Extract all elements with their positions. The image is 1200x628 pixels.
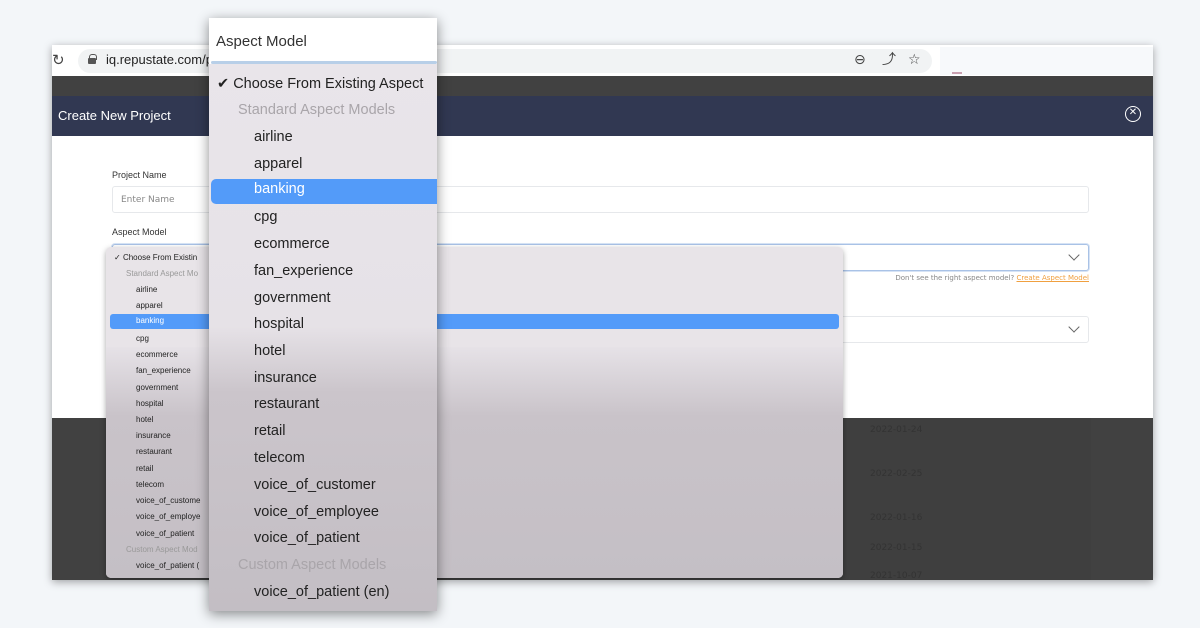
date-cell: 2022-01-15 (870, 543, 923, 553)
option-highlighted[interactable]: banking (254, 181, 305, 197)
url-text[interactable]: iq.repustate.com/p (106, 52, 213, 67)
callout-title: Aspect Model (216, 33, 307, 50)
option-selected[interactable]: ✔ Choose From Existing Aspect (217, 76, 423, 92)
extensions-area (940, 47, 1153, 75)
group-header: Custom Aspect Mod (126, 545, 198, 554)
option[interactable]: voice_of_patient (en) (254, 584, 389, 600)
group-header: Custom Aspect Models (238, 557, 387, 573)
chevron-down-icon (1068, 249, 1080, 261)
option[interactable]: restaurant (136, 447, 172, 456)
option[interactable]: voice_of_employe (136, 512, 200, 521)
create-aspect-hint: Don't see the right aspect model? Create… (895, 274, 1089, 282)
option[interactable]: voice_of_custome (136, 496, 200, 505)
share-icon[interactable]: ⤴ (882, 51, 896, 69)
callout-option-list: ✔ Choose From Existing Aspect Standard A… (209, 64, 437, 611)
lock-icon (88, 54, 97, 64)
reload-icon[interactable]: ↻ (52, 51, 68, 69)
option[interactable]: voice_of_patient (254, 530, 360, 546)
option[interactable]: retail (254, 423, 285, 439)
option[interactable]: apparel (136, 301, 163, 310)
bookmark-star-icon[interactable]: ☆ (908, 51, 921, 69)
option[interactable]: voice_of_customer (254, 477, 376, 493)
option[interactable]: hotel (254, 343, 285, 359)
option[interactable]: airline (254, 129, 293, 145)
create-aspect-model-link[interactable]: Create Aspect Model (1016, 274, 1089, 282)
hint-text: Don't see the right aspect model? (895, 274, 1015, 282)
option[interactable]: ecommerce (136, 350, 178, 359)
checkmark-icon: ✔ (217, 76, 230, 92)
date-cell: 2022-01-16 (870, 513, 923, 523)
aspect-model-label: Aspect Model (112, 227, 167, 237)
project-name-placeholder: Enter Name (121, 195, 175, 205)
option[interactable]: cpg (254, 209, 277, 225)
option[interactable]: hotel (136, 415, 153, 424)
option[interactable]: insurance (254, 370, 317, 386)
zoomed-dropdown-callout: Aspect Model ✔ Choose From Existing Aspe… (209, 18, 437, 611)
option[interactable]: voice_of_patient (136, 529, 194, 538)
option[interactable]: voice_of_patient ( (136, 561, 199, 570)
chevron-down-icon (1068, 321, 1080, 333)
highlighted-option-bar[interactable] (211, 179, 437, 204)
date-cell: 2021-10-07 (870, 571, 923, 580)
option[interactable]: fan_experience (254, 263, 353, 279)
project-name-label: Project Name (112, 170, 167, 180)
option[interactable]: government (136, 383, 178, 392)
option[interactable]: retail (136, 464, 153, 473)
option[interactable]: ecommerce (254, 236, 330, 252)
option[interactable]: insurance (136, 431, 171, 440)
option[interactable]: airline (136, 285, 157, 294)
option[interactable]: telecom (136, 480, 164, 489)
option[interactable]: government (254, 290, 331, 306)
zoom-out-icon[interactable]: ⊖ (854, 51, 866, 69)
option[interactable]: fan_experience (136, 366, 191, 375)
option-selected[interactable]: ✓ Choose From Existin (114, 253, 197, 262)
option[interactable]: apparel (254, 156, 302, 172)
date-cell: 2022-01-24 (870, 425, 923, 435)
option[interactable]: hospital (254, 316, 304, 332)
option-highlighted[interactable]: banking (136, 316, 164, 325)
group-header: Standard Aspect Models (238, 102, 396, 118)
group-header: Standard Aspect Mo (126, 269, 199, 278)
option[interactable]: hospital (136, 399, 164, 408)
option[interactable]: telecom (254, 450, 305, 466)
option[interactable]: restaurant (254, 396, 319, 412)
date-cell: 2022-02-25 (870, 469, 923, 479)
modal-title: Create New Project (58, 108, 171, 123)
option[interactable]: cpg (136, 334, 149, 343)
close-circle-icon[interactable]: ✕ (1125, 106, 1141, 122)
option[interactable]: voice_of_employee (254, 504, 379, 520)
extension-indicator (952, 72, 962, 74)
